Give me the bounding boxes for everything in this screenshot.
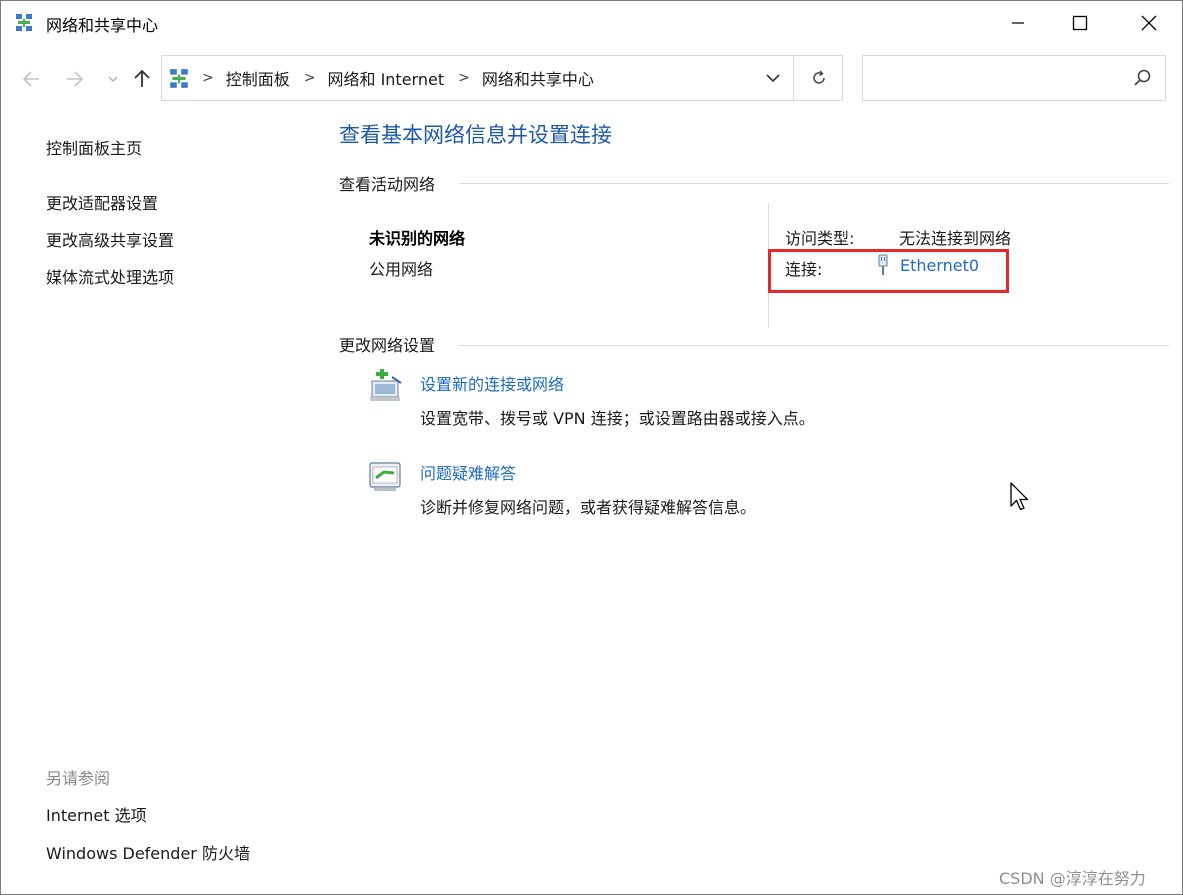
section-divider bbox=[459, 183, 1169, 184]
navigation-bar: > 控制面板 > 网络和 Internet > 网络和共享中心 bbox=[1, 45, 1182, 111]
watermark: CSDN @淳淳在努力 bbox=[999, 869, 1146, 888]
access-type-value: 无法连接到网络 bbox=[899, 229, 1012, 248]
section-divider bbox=[459, 345, 1169, 346]
arrow-up-icon bbox=[134, 70, 150, 87]
up-button[interactable] bbox=[128, 65, 156, 93]
troubleshoot-problems-link[interactable]: 问题疑难解答 bbox=[420, 460, 516, 484]
troubleshoot-problems-description: 诊断并修复网络问题，或者获得疑难解答信息。 bbox=[420, 498, 757, 517]
network-sharing-center-window: 网络和共享中心 > 控制面板 > 网络和 Internet > 网络和共享中心 … bbox=[0, 0, 1183, 895]
close-icon bbox=[1141, 15, 1157, 31]
network-location-icon bbox=[170, 69, 188, 88]
troubleshoot-icon bbox=[369, 462, 401, 491]
access-type-label: 访问类型: bbox=[785, 229, 855, 248]
control-panel-home-link[interactable]: 控制面板主页 bbox=[46, 135, 142, 159]
close-button[interactable] bbox=[1119, 1, 1179, 45]
windows-defender-firewall-link[interactable]: Windows Defender 防火墙 bbox=[46, 840, 250, 864]
maximize-button[interactable] bbox=[1050, 1, 1110, 45]
title-bar: 网络和共享中心 bbox=[1, 1, 1182, 45]
network-category: 公用网络 bbox=[369, 260, 434, 279]
chevron-down-icon bbox=[108, 76, 118, 82]
network-name: 未识别的网络 bbox=[369, 229, 466, 248]
left-pane: 控制面板主页 更改适配器设置 更改高级共享设置 媒体流式处理选项 另请参阅 In… bbox=[1, 111, 321, 891]
mouse-cursor-icon bbox=[1010, 482, 1029, 511]
search-icon bbox=[1134, 69, 1151, 86]
breadcrumb-network-sharing-center[interactable]: 网络和共享中心 bbox=[482, 66, 594, 90]
arrow-left-icon bbox=[22, 71, 39, 87]
breadcrumb-separator: > bbox=[458, 70, 470, 86]
page-title: 查看基本网络信息并设置连接 bbox=[339, 123, 612, 147]
minimize-button[interactable] bbox=[988, 1, 1048, 45]
internet-options-link[interactable]: Internet 选项 bbox=[46, 802, 147, 826]
maximize-icon bbox=[1072, 15, 1088, 31]
recent-locations-button[interactable] bbox=[99, 65, 127, 93]
address-dropdown-button[interactable] bbox=[754, 56, 792, 100]
setup-new-connection-link[interactable]: 设置新的连接或网络 bbox=[420, 371, 564, 395]
breadcrumb-separator: > bbox=[303, 70, 316, 86]
arrow-right-icon bbox=[67, 71, 84, 87]
back-button[interactable] bbox=[17, 65, 45, 93]
refresh-button[interactable] bbox=[793, 56, 843, 100]
search-box[interactable] bbox=[862, 55, 1166, 101]
active-networks-title: 查看活动网络 bbox=[339, 171, 446, 195]
breadcrumb-separator: > bbox=[202, 70, 214, 86]
breadcrumb-network-internet[interactable]: 网络和 Internet bbox=[327, 66, 444, 90]
forward-button[interactable] bbox=[61, 65, 89, 93]
change-advanced-sharing-link[interactable]: 更改高级共享设置 bbox=[46, 227, 174, 251]
chevron-down-icon bbox=[766, 74, 780, 83]
network-app-icon bbox=[16, 14, 32, 31]
setup-new-connection-description: 设置宽带、拨号或 VPN 连接；或设置路由器或接入点。 bbox=[420, 409, 815, 428]
refresh-icon bbox=[812, 70, 825, 84]
address-bar[interactable]: > 控制面板 > 网络和 Internet > 网络和共享中心 bbox=[161, 55, 843, 101]
minimize-icon bbox=[1012, 22, 1024, 24]
change-adapter-settings-link[interactable]: 更改适配器设置 bbox=[46, 190, 158, 214]
main-content: 查看基本网络信息并设置连接 查看活动网络 未识别的网络 公用网络 访问类型: 无… bbox=[339, 111, 1169, 891]
breadcrumb: > 控制面板 > 网络和 Internet > 网络和共享中心 bbox=[202, 56, 608, 100]
change-network-settings-title: 更改网络设置 bbox=[339, 332, 446, 356]
highlight-box bbox=[768, 249, 1009, 293]
window-title: 网络和共享中心 bbox=[46, 16, 159, 35]
new-connection-icon bbox=[370, 369, 402, 401]
media-streaming-options-link[interactable]: 媒体流式处理选项 bbox=[46, 264, 174, 288]
search-input[interactable] bbox=[869, 64, 1119, 92]
breadcrumb-control-panel[interactable]: 控制面板 bbox=[226, 66, 290, 90]
see-also-label: 另请参阅 bbox=[46, 769, 111, 788]
